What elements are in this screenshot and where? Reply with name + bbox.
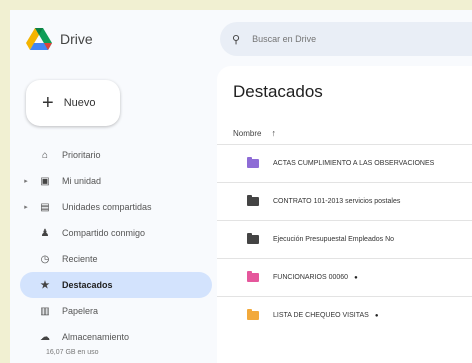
drive-logo[interactable]: Drive bbox=[26, 28, 93, 50]
sidebar: Drive + Nuevo ⌂ Prioritario ▸ ▣ Mi unidad ▸ ▤ U… bbox=[10, 10, 215, 363]
plus-icon: + bbox=[42, 92, 54, 114]
file-list: ACTAS CUMPLIMIENTO A LAS OBSERVACIONES CO… bbox=[217, 144, 472, 334]
sidebar-item-compartido-conmigo[interactable]: ♟ Compartido conmigo bbox=[20, 220, 212, 246]
sidebar-item-label: Papelera bbox=[62, 306, 99, 316]
file-name: LISTA DE CHEQUEO VISITAS bbox=[273, 312, 369, 319]
shared-badge-icon: ● bbox=[374, 312, 379, 319]
drive-window: Drive + Nuevo ⌂ Prioritario ▸ ▣ Mi unidad ▸ ▤ U… bbox=[0, 0, 472, 363]
expand-caret-icon[interactable]: ▸ bbox=[20, 203, 32, 211]
search-input[interactable] bbox=[250, 33, 455, 45]
people-icon: ♟ bbox=[40, 227, 50, 239]
shared-badge-icon: ● bbox=[354, 274, 358, 281]
sidebar-item-reciente[interactable]: ◷ Reciente bbox=[20, 246, 212, 272]
new-button[interactable]: + Nuevo bbox=[26, 80, 120, 126]
sidebar-item-label: Prioritario bbox=[62, 150, 101, 160]
file-row[interactable]: CONTRATO 101-2013 servicios postales bbox=[217, 182, 472, 220]
sidebar-item-mi-unidad[interactable]: ▸ ▣ Mi unidad bbox=[20, 168, 212, 194]
shared-drives-icon: ▤ bbox=[40, 201, 50, 213]
file-name: CONTRATO 101-2013 servicios postales bbox=[273, 198, 401, 205]
folder-icon bbox=[247, 157, 259, 168]
drive-logo-icon bbox=[26, 28, 52, 50]
expand-caret-icon[interactable]: ▸ bbox=[20, 177, 32, 185]
search-icon[interactable]: ⚲ bbox=[232, 33, 240, 46]
sidebar-item-label: Mi unidad bbox=[62, 176, 102, 186]
page-title: Destacados bbox=[233, 82, 323, 101]
folder-icon bbox=[247, 195, 259, 206]
screen-bezel-top bbox=[0, 0, 472, 10]
storage-usage: 16,07 GB en uso bbox=[46, 349, 99, 356]
home-icon: ⌂ bbox=[41, 149, 49, 161]
folder-icon bbox=[247, 271, 259, 282]
new-button-label: Nuevo bbox=[63, 97, 96, 109]
file-row[interactable]: FUNCIONARIOS 00060 ● bbox=[217, 258, 472, 296]
main-content: Destacados Nombre ↑ ACTAS CUMPLIMIENTO A… bbox=[217, 66, 472, 363]
file-row[interactable]: Ejecución Presupuestal Empleados No bbox=[217, 220, 472, 258]
trash-icon: ▥ bbox=[40, 305, 50, 317]
sidebar-nav: ⌂ Prioritario ▸ ▣ Mi unidad ▸ ▤ Unidades compar… bbox=[20, 142, 212, 350]
file-name: Ejecución Presupuestal Empleados No bbox=[273, 236, 395, 243]
folder-icon bbox=[247, 233, 259, 244]
drive-icon: ▣ bbox=[40, 175, 50, 187]
file-name: ACTAS CUMPLIMIENTO A LAS OBSERVACIONES bbox=[273, 160, 435, 167]
clock-icon: ◷ bbox=[40, 253, 50, 265]
file-name: FUNCIONARIOS 00060 bbox=[273, 274, 349, 281]
app-name: Drive bbox=[60, 31, 93, 47]
sidebar-item-label: Destacados bbox=[62, 280, 113, 290]
sidebar-item-prioritario[interactable]: ⌂ Prioritario bbox=[20, 142, 212, 168]
sidebar-item-label: Unidades compartidas bbox=[62, 202, 152, 212]
file-row[interactable]: LISTA DE CHEQUEO VISITAS ● bbox=[217, 296, 472, 334]
sort-arrow-up-icon[interactable]: ↑ bbox=[271, 128, 276, 138]
column-name-label: Nombre bbox=[233, 128, 262, 138]
file-row[interactable]: ACTAS CUMPLIMIENTO A LAS OBSERVACIONES bbox=[217, 144, 472, 182]
sidebar-item-label: Compartido conmigo bbox=[62, 228, 146, 238]
folder-icon bbox=[247, 309, 259, 320]
sidebar-item-destacados[interactable]: ★ Destacados bbox=[20, 272, 212, 298]
sidebar-item-label: Reciente bbox=[62, 254, 98, 264]
star-icon: ★ bbox=[40, 279, 50, 291]
sidebar-item-papelera[interactable]: ▥ Papelera bbox=[20, 298, 212, 324]
sidebar-item-almacenamiento[interactable]: ☁ Almacenamiento bbox=[20, 324, 212, 350]
column-header-name[interactable]: Nombre ↑ bbox=[233, 128, 276, 138]
sidebar-item-label: Almacenamiento bbox=[62, 332, 130, 342]
search-bar[interactable]: ⚲ bbox=[220, 22, 472, 56]
sidebar-item-unidades-compartidas[interactable]: ▸ ▤ Unidades compartidas bbox=[20, 194, 212, 220]
screen-bezel-left bbox=[0, 0, 10, 363]
cloud-icon: ☁ bbox=[40, 331, 50, 343]
